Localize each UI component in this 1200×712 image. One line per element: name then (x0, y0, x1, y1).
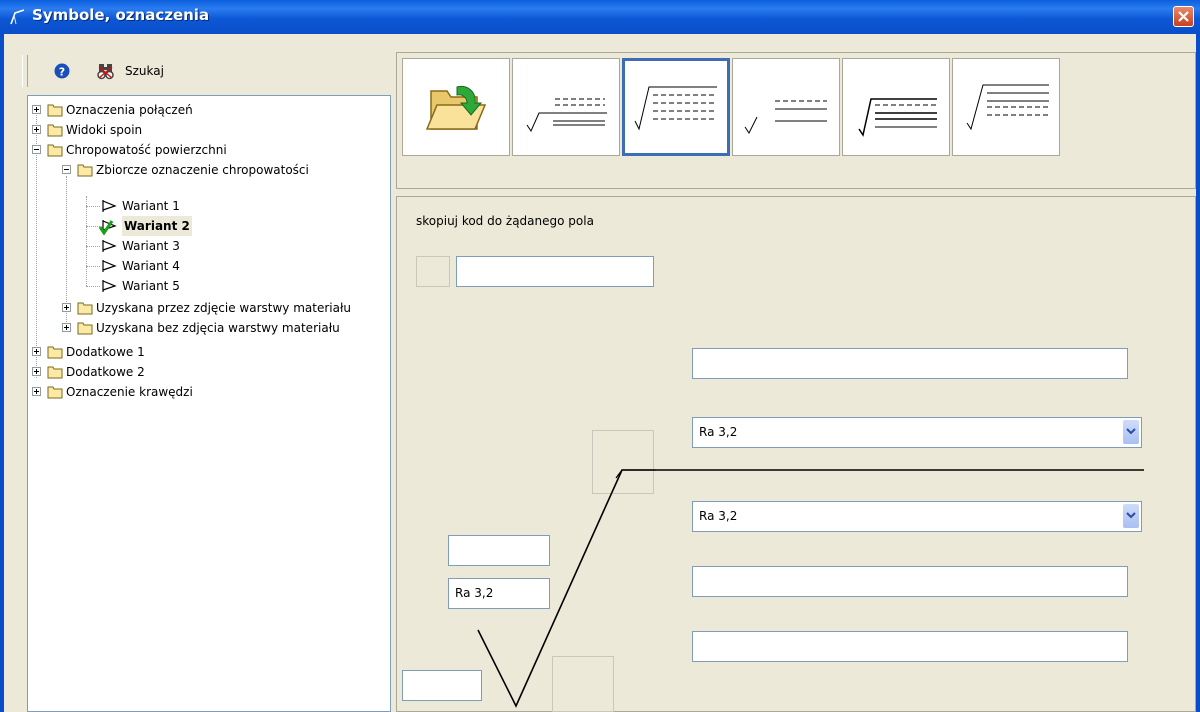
tree-item-label: Oznaczenie krawędzi (66, 385, 193, 399)
tree-item[interactable]: Uzyskana przez zdjęcie warstwy materiału (28, 298, 388, 318)
variant-symbol-button-4[interactable] (842, 58, 950, 156)
collapse-icon[interactable] (32, 145, 41, 154)
symbol-tree[interactable]: Oznaczenia połączeń Widoki spoin Chropow… (27, 95, 391, 712)
tree-item-label: Widoki spoin (66, 123, 143, 137)
window-title: Symbole, oznaczenia (32, 6, 210, 24)
tree-item[interactable]: Oznaczenie krawędzi (28, 382, 388, 402)
variant-symbol-button-5[interactable] (952, 58, 1060, 156)
tree-item-label: Zbiorcze oznaczenie chropowatości (96, 163, 309, 177)
folder-icon (47, 346, 63, 359)
folder-icon (47, 386, 63, 399)
bottom-symbol-button[interactable] (552, 656, 614, 712)
expand-icon[interactable] (32, 387, 41, 396)
roughness-symbol-icon (966, 84, 1049, 131)
window-frame-right (1196, 34, 1200, 712)
roughness-symbol-icon (744, 100, 827, 134)
expand-icon[interactable] (32, 105, 41, 114)
search-button-label[interactable]: Szukaj (125, 64, 164, 78)
tree-item[interactable]: Dodatkowe 1 (28, 342, 388, 362)
tree-item[interactable]: Wariant 5 (28, 276, 388, 296)
folder-icon (47, 104, 63, 117)
flag-icon (102, 240, 117, 252)
tree-item-label: Dodatkowe 1 (66, 345, 145, 359)
tree-item[interactable]: Zbiorcze oznaczenie chropowatości (28, 160, 388, 180)
expand-icon[interactable] (32, 347, 41, 356)
help-icon[interactable]: ? (54, 63, 70, 79)
open-folder-icon (425, 85, 487, 130)
toolbar-grip[interactable] (22, 55, 28, 87)
code-field[interactable] (456, 256, 654, 287)
tree-item[interactable]: Widoki spoin (28, 120, 388, 140)
roughness-symbol-icon (526, 98, 607, 133)
folder-icon (77, 164, 93, 177)
flag-icon (102, 280, 117, 292)
tree-item[interactable]: Dodatkowe 2 (28, 362, 388, 382)
tree-item-selected[interactable]: Wariant 2 (28, 216, 388, 236)
left-top-field[interactable] (448, 535, 550, 566)
close-button[interactable] (1173, 6, 1194, 27)
chevron-down-icon (1126, 512, 1136, 519)
dropdown-button[interactable] (1123, 420, 1139, 444)
folder-icon (47, 144, 63, 157)
folder-icon (77, 302, 93, 315)
folder-icon (77, 322, 93, 335)
check-flag-icon (99, 220, 117, 235)
bottom-text-field[interactable] (692, 631, 1128, 662)
flag-icon (102, 200, 117, 212)
symbols-window: Symbole, oznaczenia ? Szukaj Oznaczenia … (0, 0, 1200, 712)
upper-roughness-value: Ra 3,2 (699, 425, 738, 439)
corner-text-field[interactable] (402, 670, 482, 701)
svg-text:?: ? (59, 66, 65, 79)
tree-item-label: Wariant 2 (122, 216, 192, 236)
variant-symbol-button-2[interactable] (622, 58, 730, 156)
tree-item[interactable]: Wariant 3 (28, 236, 388, 256)
close-icon (1178, 11, 1189, 22)
tree-item[interactable]: Oznaczenia połączeń (28, 100, 388, 120)
folder-icon (47, 124, 63, 137)
tree-item[interactable]: Wariant 1 (28, 196, 388, 216)
dropdown-button[interactable] (1123, 504, 1139, 528)
lower-roughness-value: Ra 3,2 (699, 509, 738, 523)
tree-item-label: Uzyskana bez zdjęcia warstwy materiału (96, 321, 340, 335)
tree-item[interactable]: Wariant 4 (28, 256, 388, 276)
expand-icon[interactable] (62, 323, 71, 332)
tree-item-label: Wariant 4 (122, 259, 180, 273)
copy-code-hint: skopiuj kod do żądanego pola (416, 214, 594, 228)
tree-item-label: Wariant 1 (122, 199, 180, 213)
open-file-button[interactable] (402, 58, 510, 156)
top-text-field[interactable] (692, 348, 1128, 379)
roughness-symbol-icon (634, 86, 717, 131)
variant-symbol-button-1[interactable] (512, 58, 620, 156)
tree-item-label: Oznaczenia połączeń (66, 103, 193, 117)
expand-icon[interactable] (32, 367, 41, 376)
left-roughness-field[interactable]: Ra 3,2 (448, 578, 550, 609)
binoculars-icon[interactable] (96, 61, 116, 81)
tree-item-label: Uzyskana przez zdjęcie warstwy materiału (96, 301, 351, 315)
middle-text-field[interactable] (692, 566, 1128, 597)
tree-item-label: Dodatkowe 2 (66, 365, 145, 379)
tree-item-label: Chropowatość powierzchni (66, 143, 227, 157)
roughness-symbol-icon (858, 98, 937, 137)
collapse-icon[interactable] (62, 165, 71, 174)
lower-roughness-select[interactable]: Ra 3,2 (692, 501, 1142, 532)
variant-symbol-button-3[interactable] (732, 58, 840, 156)
chevron-down-icon (1126, 428, 1136, 435)
window-frame-left (0, 34, 4, 712)
upper-roughness-select[interactable]: Ra 3,2 (692, 417, 1142, 448)
expand-icon[interactable] (62, 303, 71, 312)
folder-icon (47, 366, 63, 379)
symbol-corner-button[interactable] (592, 430, 654, 494)
tree-item[interactable]: Chropowatość powierzchni (28, 140, 388, 160)
tree-item[interactable]: Uzyskana bez zdjęcia warstwy materiału (28, 318, 388, 338)
title-bar[interactable]: Symbole, oznaczenia (0, 0, 1200, 34)
tree-item-label: Wariant 5 (122, 279, 180, 293)
app-icon (10, 9, 25, 25)
tree-item-label: Wariant 3 (122, 239, 180, 253)
flag-icon (102, 260, 117, 272)
copy-code-button[interactable] (416, 256, 450, 287)
expand-icon[interactable] (32, 125, 41, 134)
